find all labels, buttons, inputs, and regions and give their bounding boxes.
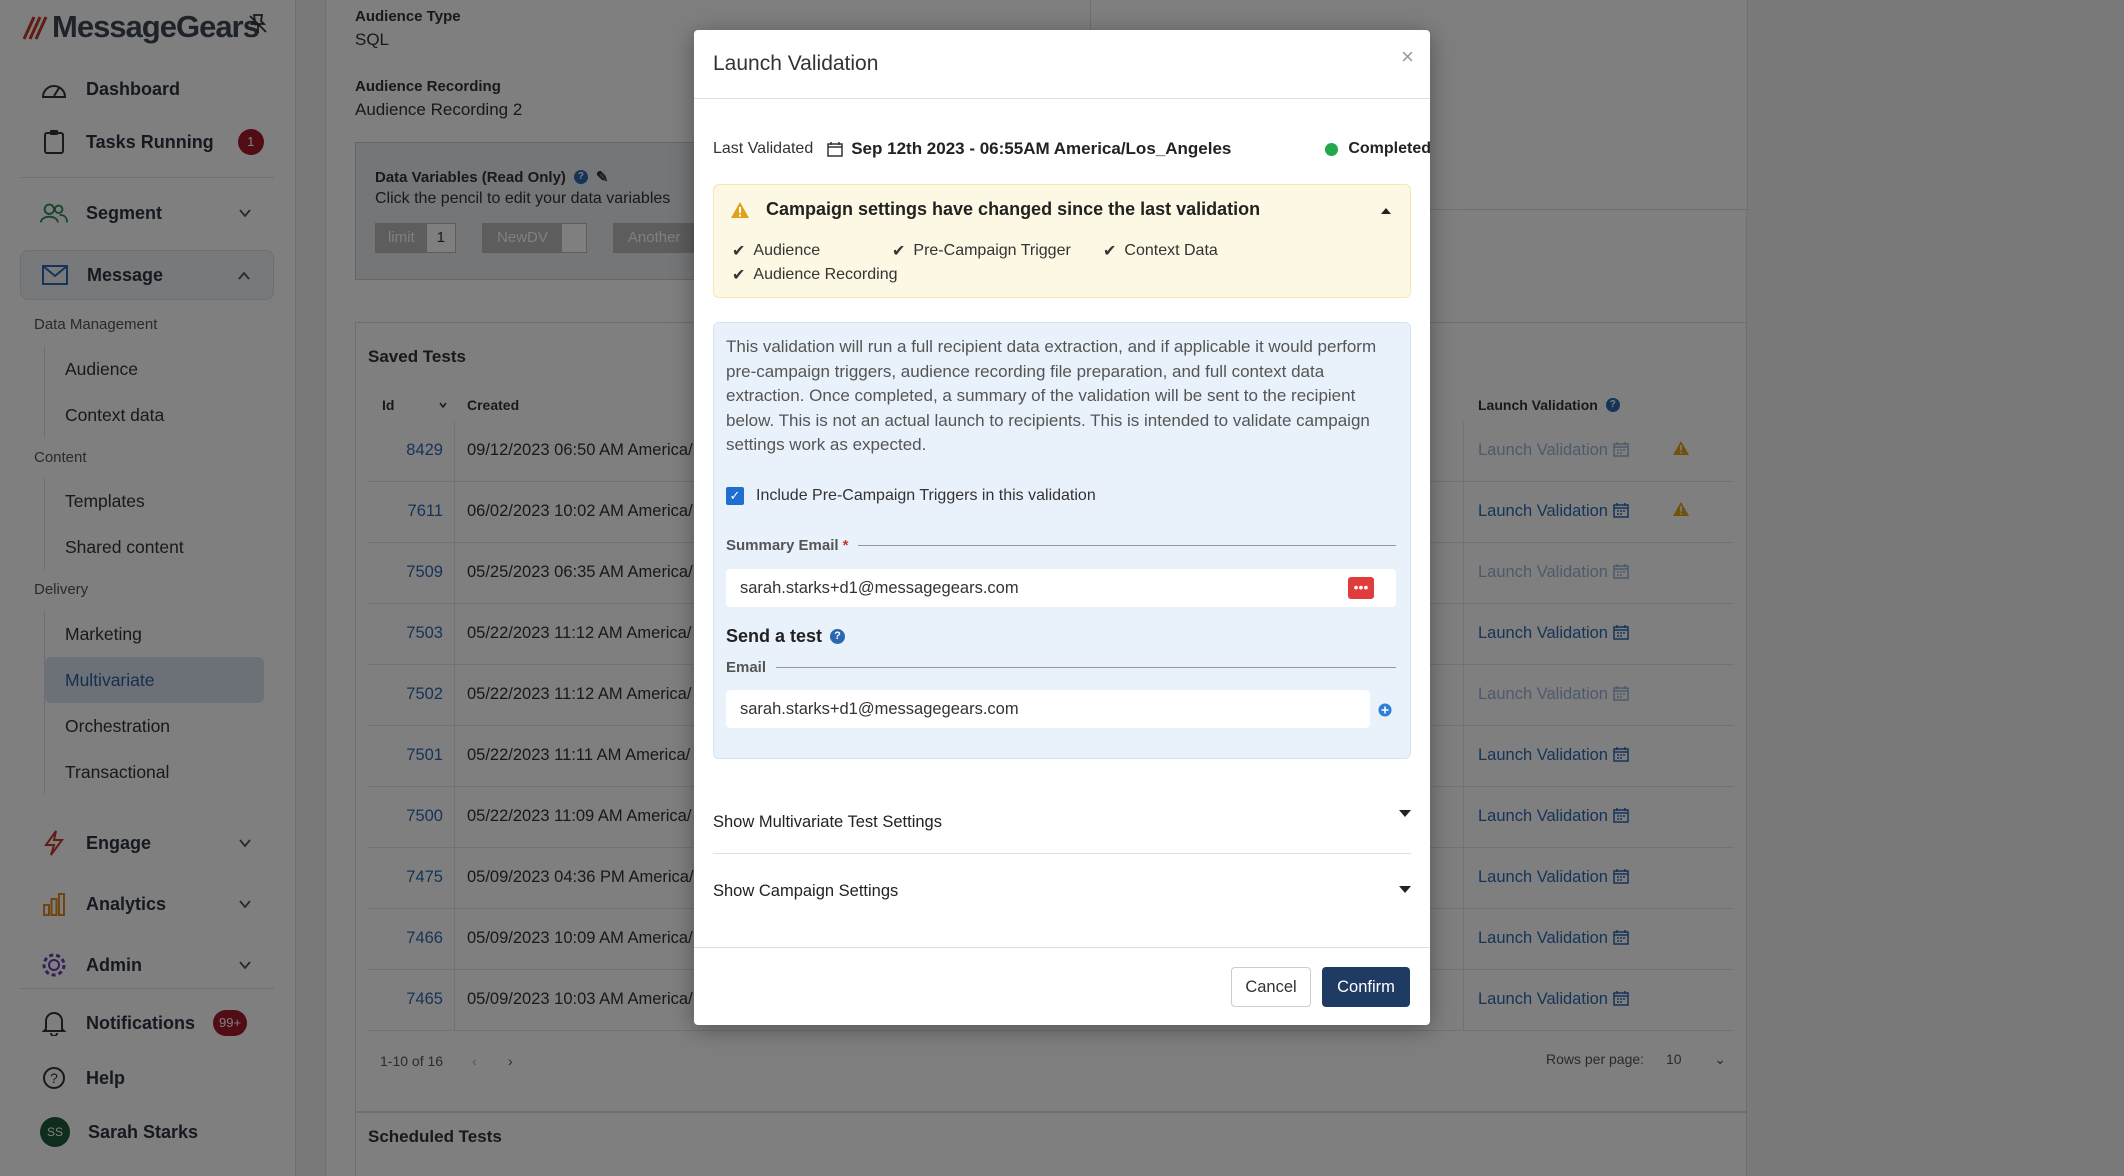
test-email-field[interactable]: sarah.starks+d1@messagegears.com	[726, 690, 1370, 728]
change-item-audience: ✔ Audience	[732, 241, 820, 261]
last-validated-row: Last Validated Sep 12th 2023 - 06:55AM A…	[713, 136, 1431, 162]
cancel-button[interactable]: Cancel	[1231, 967, 1311, 1007]
change-label: Context Data	[1124, 242, 1218, 259]
caret-up-icon[interactable]	[1380, 207, 1392, 215]
check-icon: ✔	[732, 243, 746, 260]
multivariate-settings-label: Show Multivariate Test Settings	[713, 813, 942, 831]
change-item-audience-recording: ✔ Audience Recording	[732, 265, 898, 285]
check-icon: ✔	[732, 267, 746, 284]
multivariate-settings-accordion[interactable]: Show Multivariate Test Settings	[713, 792, 1411, 854]
warning-icon	[731, 202, 749, 218]
confirm-button[interactable]: Confirm	[1322, 967, 1410, 1007]
test-email-label-row: Email	[726, 659, 1396, 676]
add-circle-icon[interactable]	[1378, 703, 1392, 717]
validation-description: This validation will run a full recipien…	[726, 337, 1377, 455]
summary-email-label: Summary Email	[726, 537, 839, 554]
calendar-icon	[827, 142, 843, 157]
last-validated-value: Sep 12th 2023 - 06:55AM America/Los_Ange…	[851, 139, 1232, 158]
test-email-value: sarah.starks+d1@messagegears.com	[740, 699, 1019, 718]
summary-email-value: sarah.starks+d1@messagegears.com	[740, 578, 1019, 597]
status-text: Completed	[1348, 140, 1431, 157]
summary-email-label-row: Summary Email *	[726, 537, 1396, 554]
last-validated-label: Last Validated	[713, 140, 814, 157]
close-icon[interactable]: ×	[1401, 44, 1414, 70]
modal-footer-divider	[694, 947, 1430, 948]
validation-info-panel: This validation will run a full recipien…	[713, 322, 1411, 759]
include-triggers-label: Include Pre-Campaign Triggers in this va…	[756, 487, 1096, 504]
password-manager-icon[interactable]: •••	[1348, 577, 1374, 599]
change-label: Audience Recording	[753, 266, 898, 283]
status-badge: Completed	[1325, 140, 1431, 158]
warning-title: Campaign settings have changed since the…	[766, 199, 1261, 219]
launch-validation-modal: Launch Validation × Last Validated Sep 1…	[694, 30, 1431, 1025]
include-triggers-row: ✓ Include Pre-Campaign Triggers in this …	[726, 487, 1096, 505]
test-email-label: Email	[726, 659, 767, 676]
help-icon[interactable]: ?	[830, 629, 846, 644]
campaign-settings-label: Show Campaign Settings	[713, 881, 899, 900]
required-mark: *	[842, 537, 849, 554]
send-test-title: Send a test	[726, 626, 823, 646]
changes-warning: Campaign settings have changed since the…	[713, 184, 1411, 298]
campaign-settings-accordion[interactable]: Show Campaign Settings	[713, 866, 1411, 916]
app-root: MessageGears Dashboard Tasks Running 1 S…	[0, 0, 2124, 1176]
check-icon: ✔	[1103, 243, 1117, 260]
check-icon: ✔	[892, 243, 906, 260]
change-item-context-data: ✔ Context Data	[1103, 241, 1218, 261]
modal-header-divider	[694, 98, 1430, 99]
change-label: Pre-Campaign Trigger	[913, 242, 1071, 259]
modal-title: Launch Validation	[713, 52, 879, 75]
include-triggers-checkbox[interactable]: ✓	[726, 487, 744, 505]
status-dot-icon	[1325, 142, 1339, 156]
change-item-pre-campaign-trigger: ✔ Pre-Campaign Trigger	[892, 241, 1071, 261]
summary-email-field[interactable]: sarah.starks+d1@messagegears.com •••	[726, 569, 1396, 607]
change-label: Audience	[753, 242, 821, 259]
caret-down-icon	[1399, 810, 1411, 817]
send-test-heading: Send a test ?	[726, 626, 846, 647]
caret-down-icon	[1399, 886, 1411, 893]
